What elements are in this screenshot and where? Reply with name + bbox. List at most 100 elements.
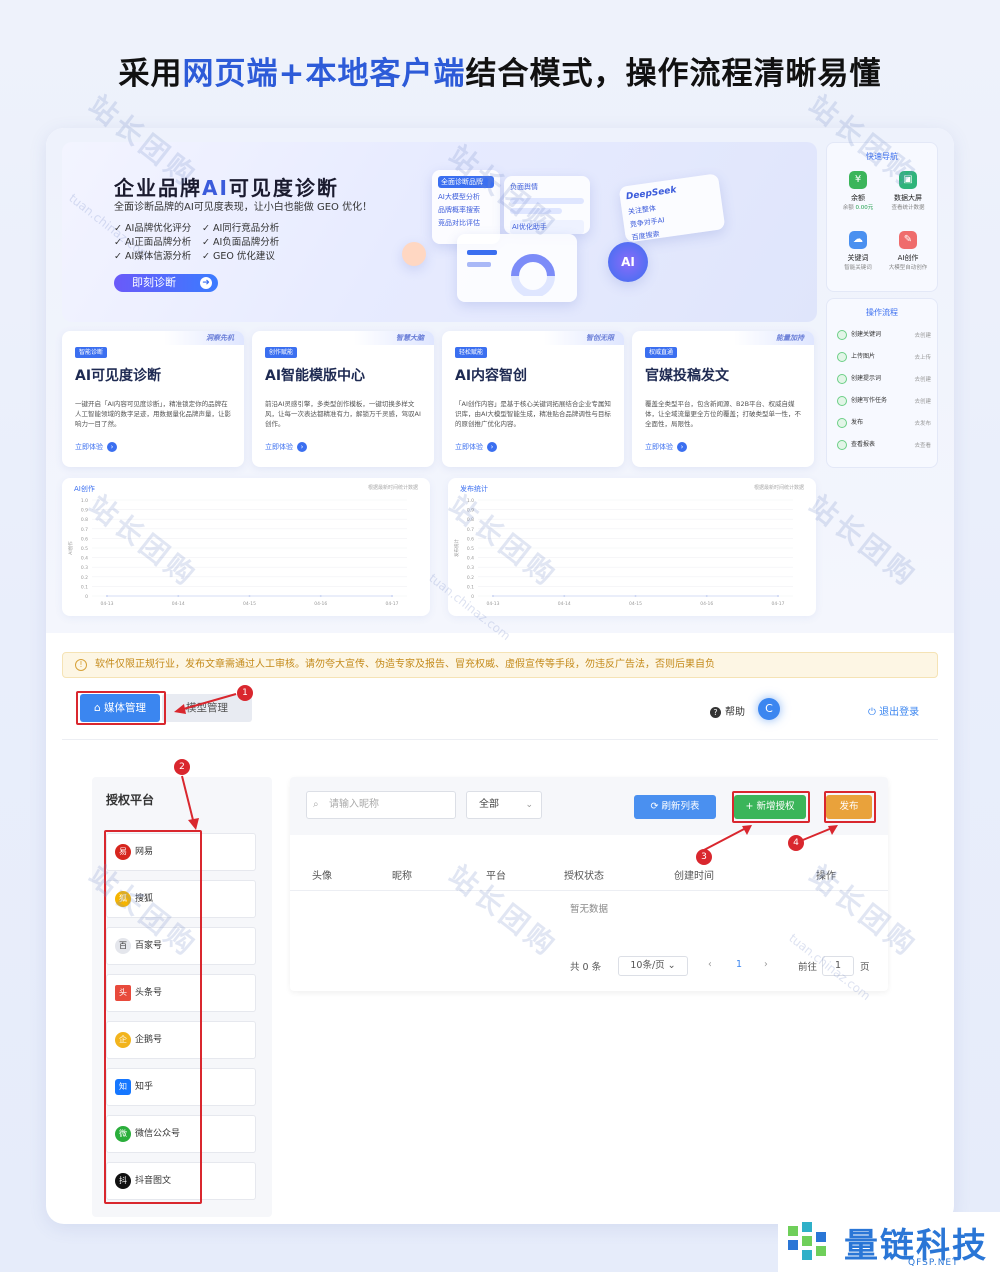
brand-logo: 量链科技 QFSP.NET xyxy=(778,1212,1000,1272)
hero-feature: ✓ GEO 优化建议 xyxy=(202,251,275,262)
logout-button[interactable]: ⏻ 退出登录 xyxy=(868,703,919,718)
card-description: 一键开启「AI内容可见度诊断」，精准锁定你的品牌在人工智能领域的数字足迹，用数据… xyxy=(75,400,231,428)
quick-nav-balance[interactable]: ¥ 余额 余额 0.00元 xyxy=(835,171,881,211)
y-tick-label: 0.1 xyxy=(81,584,88,590)
annotation-marker: 4 xyxy=(788,835,804,851)
x-tick-label: 04-17 xyxy=(771,601,784,607)
hero-feature: ✓ AI同行竞品分析 xyxy=(202,223,280,234)
workflow-step[interactable]: 创建写作任务 去创建 xyxy=(837,395,931,409)
y-tick-label: 0.6 xyxy=(81,536,88,542)
annotation-box xyxy=(824,791,876,823)
arrow-right-icon: › xyxy=(677,442,687,452)
workflow-step[interactable]: 查看报表 去查看 xyxy=(837,439,931,453)
card-try-link[interactable]: 立即体验 › xyxy=(75,442,117,452)
card-title: AI可见度诊断 xyxy=(75,368,162,384)
card-title: AI智能模版中心 xyxy=(265,368,366,384)
data-point xyxy=(705,595,708,597)
card-badge: 洞察先机 xyxy=(164,331,244,345)
feature-card-template[interactable]: 智慧大脑 创作赋能 AI智能模版中心 前沿AI灵感引擎，多类型创作模板，一键切换… xyxy=(252,331,434,467)
column-header: 创建时间 xyxy=(674,871,714,882)
donut-chart-illustration xyxy=(467,250,555,298)
x-tick-label: 04-17 xyxy=(385,601,398,607)
page-size-select[interactable]: 10条/页 ⌄ xyxy=(618,956,688,976)
y-axis-label: AI创作 xyxy=(67,541,74,555)
annotation-box xyxy=(76,691,166,725)
card-try-link[interactable]: 立即体验 › xyxy=(265,442,307,452)
data-point xyxy=(391,595,393,597)
x-tick-label: 04-15 xyxy=(629,601,642,607)
total-count: 共 0 条 xyxy=(570,962,602,973)
divider xyxy=(62,739,938,740)
page-unit-label: 页 xyxy=(860,962,870,973)
step-icon xyxy=(837,395,847,406)
next-page-button[interactable]: › xyxy=(764,959,768,970)
briefcase-icon: ✎ xyxy=(899,231,917,249)
feature-card-visibility[interactable]: 洞察先机 智能诊断 AI可见度诊断 一键开启「AI内容可见度诊断」，精准锁定你的… xyxy=(62,331,244,467)
brand-url: QFSP.NET xyxy=(908,1258,959,1268)
card-try-link[interactable]: 立即体验 › xyxy=(645,442,687,452)
y-tick-label: 0.2 xyxy=(467,575,474,581)
column-header: 昵称 xyxy=(392,871,412,882)
pagination: 共 0 条 10条/页 ⌄ ‹ 1 › 前往 1 页 xyxy=(290,951,888,981)
card-tag: 轻松赋能 xyxy=(455,347,488,358)
warning-icon: ! xyxy=(75,659,87,671)
quick-nav-ai-create[interactable]: ✎ AI创作 大模型自动创作 xyxy=(885,231,931,271)
diagnose-now-button[interactable]: 即刻诊断 ➜ xyxy=(114,274,218,292)
annotation-marker: 1 xyxy=(237,685,253,701)
step-icon xyxy=(837,373,847,384)
card-badge: 能量加持 xyxy=(734,331,814,345)
y-tick-label: 0.4 xyxy=(81,556,88,562)
workflow-step[interactable]: 发布 去发布 xyxy=(837,417,931,431)
card-badge: 智慧大脑 xyxy=(354,331,434,345)
card-badge: 智创无限 xyxy=(544,331,624,345)
quick-nav-keywords[interactable]: ☁ 关键词 智能关键词 xyxy=(835,231,881,271)
arrow-right-icon: ➜ xyxy=(200,277,212,289)
prev-page-button[interactable]: ‹ xyxy=(708,959,712,970)
y-tick-label: 0.3 xyxy=(81,565,88,571)
workflow-step[interactable]: 创建提示词 去创建 xyxy=(837,373,931,387)
page-number[interactable]: 1 xyxy=(736,959,742,970)
y-tick-label: 0.5 xyxy=(81,546,88,552)
column-header: 授权状态 xyxy=(564,871,604,882)
annotation-marker: 3 xyxy=(696,849,712,865)
wallet-icon: ¥ xyxy=(849,171,867,189)
y-tick-label: 0.2 xyxy=(81,575,88,581)
card-tag: 智能诊断 xyxy=(75,347,108,358)
sidebar-title: 授权平台 xyxy=(106,793,155,807)
y-tick-label: 0.1 xyxy=(467,584,474,590)
x-tick-label: 04-14 xyxy=(172,601,185,607)
feature-card-media[interactable]: 能量加持 权威直通 官媒投稿发文 覆盖全类型平台，包含新闻源、B2B平台、权威自… xyxy=(632,331,814,467)
x-tick-label: 04-16 xyxy=(314,601,327,607)
user-avatar[interactable]: C xyxy=(758,698,780,720)
workflow-step[interactable]: 上传图片 去上传 xyxy=(837,351,931,365)
card-description: 「AI创作内容」是基于核心关键词拓展结合企业专属知识库，由AI大模型智能生成，精… xyxy=(455,400,611,428)
y-tick-label: 0.7 xyxy=(81,527,88,533)
card-tag: 创作赋能 xyxy=(265,347,298,358)
feature-card-content[interactable]: 智创无限 轻松赋能 AI内容智创 「AI创作内容」是基于核心关键词拓展结合企业专… xyxy=(442,331,624,467)
column-header: 头像 xyxy=(312,871,332,882)
hero-feature: ✓ AI负面品牌分析 xyxy=(202,237,280,248)
annotation-box xyxy=(732,791,810,823)
data-point xyxy=(563,595,566,597)
arrow-right-icon: › xyxy=(107,442,117,452)
y-tick-label: 0.4 xyxy=(467,556,474,562)
avatar-illustration-icon xyxy=(402,242,426,266)
ai-orb-icon: AI xyxy=(608,242,648,282)
help-link[interactable]: ? 帮助 xyxy=(710,703,745,718)
x-tick-label: 04-14 xyxy=(558,601,571,607)
arrow-right-icon: › xyxy=(297,442,307,452)
card-title: 官媒投稿发文 xyxy=(645,368,729,384)
card-title: AI内容智创 xyxy=(455,368,528,384)
platform-filter-select[interactable]: 全部 ⌄ xyxy=(466,791,542,819)
annotation-arrow xyxy=(181,775,199,830)
question-icon: ? xyxy=(710,707,721,718)
annotation-arrow xyxy=(174,693,237,714)
card-try-link[interactable]: 立即体验 › xyxy=(455,442,497,452)
step-icon xyxy=(837,439,847,450)
step-icon xyxy=(837,329,847,340)
y-tick-label: 0.5 xyxy=(467,546,474,552)
refresh-list-button[interactable]: ⟳ 刷新列表 xyxy=(634,795,716,819)
search-icon: ⌕ xyxy=(313,799,319,810)
workflow-step[interactable]: 创建关键词 去创建 xyxy=(837,329,931,343)
search-input[interactable]: ⌕ 请输入昵称 xyxy=(306,791,456,819)
